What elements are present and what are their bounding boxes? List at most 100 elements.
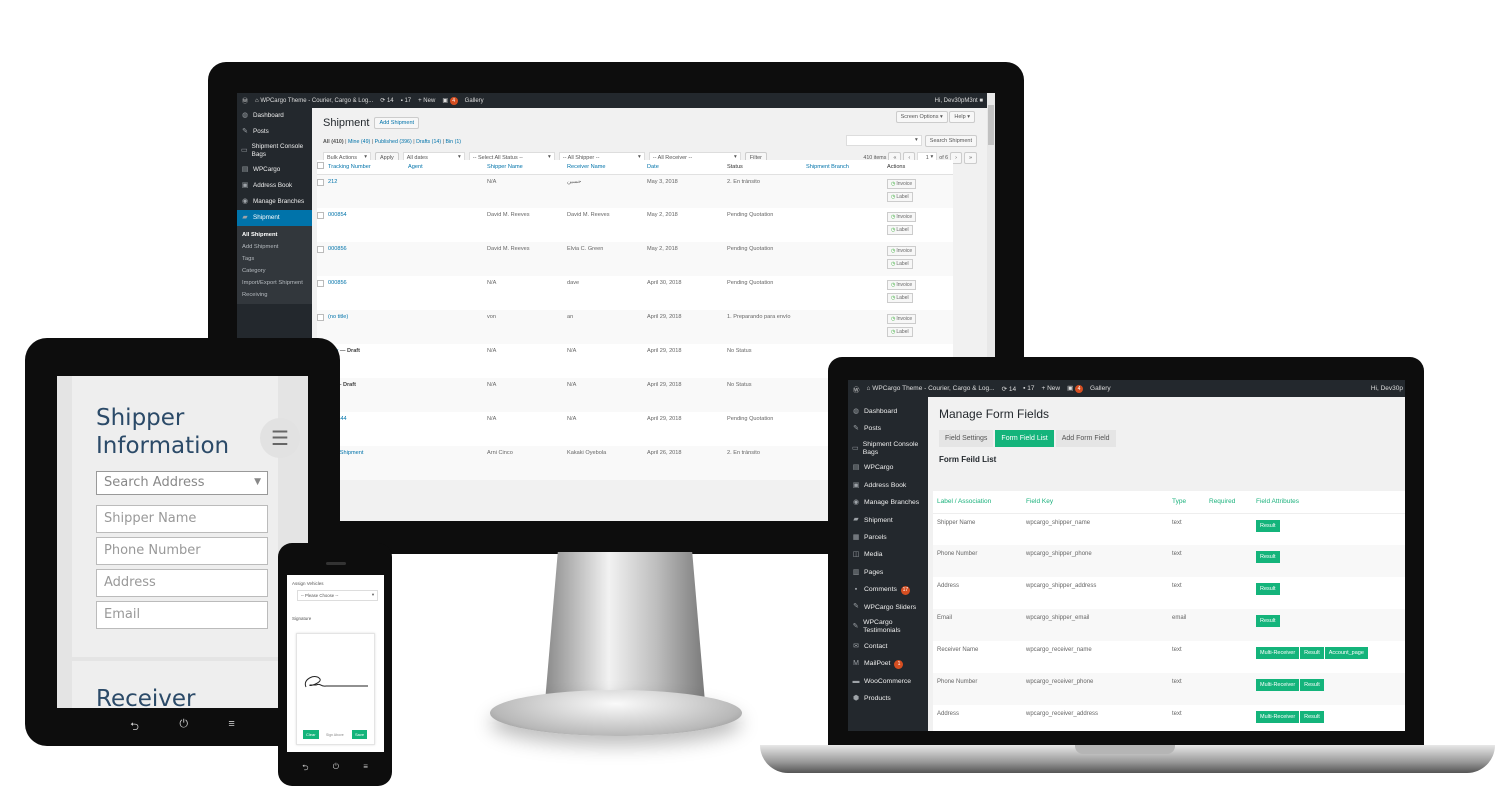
comments-link[interactable]: ▪ 17	[401, 98, 411, 104]
sidebar-item-wpcargo-sliders[interactable]: ✎ WPCargo Sliders	[848, 599, 928, 616]
vehicles-select[interactable]: -- Please Choose --	[297, 590, 378, 601]
back-icon[interactable]: ⮌	[302, 762, 308, 776]
column-header[interactable]: Shipment Branch	[806, 160, 887, 175]
new-link[interactable]: + New	[418, 98, 435, 104]
submenu-item[interactable]: Add Shipment	[237, 241, 312, 253]
sidebar-item-posts[interactable]: ✎ Posts	[237, 124, 312, 140]
column-header[interactable]: Type	[1168, 491, 1205, 514]
sidebar-item-dashboard[interactable]: ◍ Dashboard	[237, 108, 312, 124]
comments-link[interactable]: ▪ 17	[1023, 385, 1034, 392]
last-page-button[interactable]: »	[963, 152, 977, 164]
invoice-button[interactable]: ◷Invoice	[887, 314, 917, 324]
hamburger-menu-icon[interactable]: ☰	[260, 418, 300, 458]
column-header[interactable]: Receiver Name	[567, 160, 647, 175]
sidebar-item-parcels[interactable]: ▦ Parcels	[848, 529, 928, 546]
column-header[interactable]: Actions	[887, 160, 953, 175]
invoice-button[interactable]: ◷Invoice	[887, 212, 917, 222]
attribute-tag[interactable]: Result	[1300, 679, 1324, 691]
sidebar-item-media[interactable]: ◫ Media	[848, 547, 928, 564]
view-published[interactable]: Published (396)	[375, 139, 412, 145]
sidebar-item-comments[interactable]: ▪ Comments 17	[848, 582, 928, 599]
signature-pad[interactable]: Clear Sign Above Save	[296, 633, 375, 745]
search-shipment-button[interactable]: Search Shipment	[924, 135, 977, 147]
view-bin[interactable]: Bin (1)	[445, 139, 461, 145]
menu-icon[interactable]: ≡	[363, 762, 368, 776]
column-header[interactable]: Shipper Name	[487, 160, 567, 175]
search-input[interactable]	[845, 135, 922, 146]
updates-link[interactable]: ⟳ 14	[380, 97, 393, 104]
attribute-tag[interactable]: Result	[1256, 551, 1280, 563]
submenu-item[interactable]: Receiving	[237, 289, 312, 301]
tracking-link[interactable]: 000856	[328, 280, 347, 286]
sidebar-item-shipment-console-bags[interactable]: ▭ Shipment Console Bags	[237, 140, 312, 162]
wordpress-logo-icon[interactable]: Ⓦ	[853, 384, 860, 394]
attribute-tag[interactable]: Multi-Receiver	[1256, 711, 1300, 723]
tracking-link[interactable]: 212	[328, 179, 337, 185]
sidebar-item-mailpoet[interactable]: M MailPoet 1	[848, 656, 928, 673]
sidebar-item-shipment[interactable]: ▰ Shipment	[237, 210, 312, 226]
attribute-tag[interactable]: Result	[1256, 615, 1280, 627]
attribute-tag[interactable]: Result	[1256, 583, 1280, 595]
label-button[interactable]: ◷Label	[887, 225, 913, 235]
row-checkbox[interactable]	[317, 208, 328, 242]
column-header[interactable]: Tracking Number	[328, 160, 408, 175]
tab-form-field-list[interactable]: Form Field List	[995, 430, 1054, 447]
power-icon[interactable]: ⏻	[179, 718, 188, 737]
tracking-link[interactable]: 000856	[328, 246, 347, 252]
invoice-button[interactable]: ◷Invoice	[887, 280, 917, 290]
row-checkbox[interactable]	[317, 242, 328, 276]
power-icon[interactable]: ⏻	[333, 762, 339, 776]
column-header[interactable]: Agent	[408, 160, 487, 175]
sidebar-item-woocommerce[interactable]: ▬ WooCommerce	[848, 673, 928, 690]
gallery-link[interactable]: Gallery	[465, 98, 484, 104]
tab-add-form-field[interactable]: Add Form Field	[1055, 430, 1116, 447]
invoice-button[interactable]: ◷Invoice	[887, 178, 917, 189]
sidebar-item-dashboard[interactable]: ◍ Dashboard	[848, 403, 928, 420]
sidebar-item-manage-branches[interactable]: ◉ Manage Branches	[848, 495, 928, 512]
sidebar-item-contact[interactable]: ✉ Contact	[848, 638, 928, 655]
attribute-tag[interactable]: Multi-Receiver	[1256, 679, 1300, 691]
column-header[interactable]: Required	[1205, 491, 1252, 514]
plugin-link[interactable]: ▣ 4	[442, 96, 458, 105]
attribute-tag[interactable]: Result	[1300, 647, 1324, 659]
view-all[interactable]: All (410)	[323, 139, 344, 145]
sidebar-item-address-book[interactable]: ▣ Address Book	[848, 477, 928, 494]
sidebar-item-pages[interactable]: ▥ Pages	[848, 564, 928, 581]
new-link[interactable]: + New	[1041, 385, 1060, 392]
invoice-button[interactable]: ◷Invoice	[887, 246, 917, 256]
plugin-link[interactable]: ▣ 4	[1067, 384, 1084, 393]
clear-button[interactable]: Clear	[303, 730, 319, 739]
sidebar-item-posts[interactable]: ✎ Posts	[848, 420, 928, 437]
submenu-item[interactable]: Import/Export Shipment	[237, 277, 312, 289]
column-header[interactable]: Field Attributes	[1252, 491, 1405, 514]
sidebar-item-address-book[interactable]: ▣ Address Book	[237, 178, 312, 194]
attribute-tag[interactable]: Result	[1256, 519, 1280, 532]
back-icon[interactable]: ⮌	[130, 718, 139, 737]
updates-link[interactable]: ⟳ 14	[1002, 385, 1017, 393]
sidebar-item-wpcargo[interactable]: ▤ WPCargo	[237, 162, 312, 178]
select-all-checkbox[interactable]	[317, 160, 328, 175]
sidebar-item-wpcargo-testimonials[interactable]: ✎ WPCargo Testimonials	[848, 616, 928, 638]
tab-field-settings[interactable]: Field Settings	[939, 430, 994, 447]
sidebar-item-manage-branches[interactable]: ◉ Manage Branches	[237, 194, 312, 210]
row-checkbox[interactable]	[317, 276, 328, 310]
label-button[interactable]: ◷Label	[887, 259, 913, 269]
screen-options-button[interactable]: Screen Options ▾	[895, 111, 948, 123]
wordpress-logo-icon[interactable]: Ⓦ	[242, 96, 248, 105]
phone-number-input[interactable]: Phone Number	[96, 537, 268, 565]
user-greeting[interactable]: Hi, Dev30p	[1371, 385, 1405, 392]
view-mine[interactable]: Mine (49)	[348, 139, 370, 145]
sidebar-item-products[interactable]: ⬢ Products	[848, 690, 928, 707]
site-name-link[interactable]: ⌂ WPCargo Theme - Courier, Cargo & Log..…	[255, 98, 373, 104]
address-input[interactable]: Address	[96, 569, 268, 597]
sidebar-item-wpcargo[interactable]: ▤ WPCargo	[848, 460, 928, 477]
attribute-tag[interactable]: Account_page	[1324, 647, 1368, 659]
sidebar-item-shipment[interactable]: ▰ Shipment	[848, 512, 928, 529]
save-button[interactable]: Save	[352, 730, 368, 739]
label-button[interactable]: ◷Label	[887, 293, 913, 303]
column-header[interactable]: Status	[727, 160, 806, 175]
email-input[interactable]: Email	[96, 601, 268, 629]
site-name-link[interactable]: ⌂ WPCargo Theme - Courier, Cargo & Log..…	[867, 385, 995, 392]
attribute-tag[interactable]: Multi-Receiver	[1256, 647, 1300, 659]
submenu-item[interactable]: All Shipment	[237, 229, 312, 241]
